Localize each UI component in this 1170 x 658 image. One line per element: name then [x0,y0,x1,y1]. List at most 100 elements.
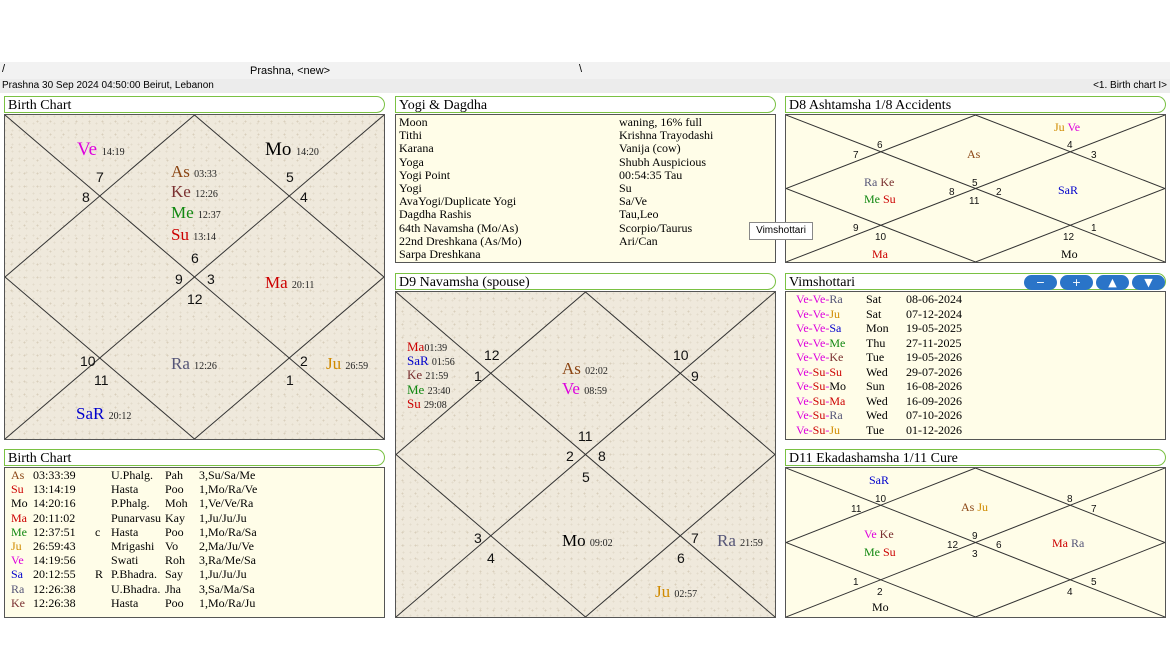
nakshatra-cell: U.Bhadra. [111,581,161,596]
yogi-panel[interactable]: Moon waning, 16% full Tithi Krishna Trayoda… [395,114,776,263]
pada-cell: Poo [165,595,184,610]
planet-degree: 21:59 [425,371,449,382]
yogi-value: Scorpio/Taurus [619,220,693,235]
planet-su: Su [883,192,896,206]
dasha-lord: Mo [829,379,847,393]
degree-cell: 26:59:43 [33,539,76,553]
planet-name: Mo [265,139,292,160]
retro-cell: R [95,567,104,582]
house-planets[interactable]: Ju Ve [1054,121,1080,133]
scroll-down-button[interactable]: ▼ [1132,275,1165,290]
planet-su[interactable]: Su 13:14 [171,226,216,243]
dasha-lords: Ve-Su-Ra [796,409,843,422]
house-number: 5 [1091,577,1097,588]
planet-name: As [171,162,190,181]
house-number: 11 [969,196,980,207]
yogi-key: Yogi [399,181,422,195]
planet-cell: Ju [11,539,22,553]
planet-me[interactable]: Me 12:37 [171,204,221,221]
planet-sar[interactable]: SaR 01:56 [407,354,455,368]
house-planets[interactable]: Mo [872,601,889,613]
planet-as[interactable]: As 02:02 [562,360,608,377]
dasha-lord: Ju [829,306,841,321]
birth-chart-title[interactable]: Birth Chart [4,96,385,113]
dasha-date: 07-10-2026 [906,408,962,422]
birth-table-title[interactable]: Birth Chart [4,449,385,466]
planet-ve[interactable]: Ve 14:19 [77,140,125,159]
birth-table-panel[interactable]: As 03:33:39 U.Phalg. Pah 3,Su/Sa/Me Su 13:14:1… [4,467,385,618]
dasha-lord: Su [812,364,826,379]
nakshatra-cell: U.Phalg. [111,468,153,482]
planet-mo[interactable]: Mo 14:20 [265,140,319,159]
planet-ju[interactable]: Ju 02:57 [655,583,697,600]
house-planets[interactable]: Ra Ke [864,176,894,188]
d8-title[interactable]: D8 Ashtamsha 1/8 Accidents [785,96,1166,113]
planet-ke: Ke [880,175,895,189]
nakshatra-cell: Hasta [111,595,139,610]
house-planets[interactable]: SaR [1058,184,1078,196]
planet-cell: Su [11,482,24,497]
planet-ke: Ke [879,527,894,541]
collapse-button[interactable]: − [1024,275,1057,290]
degree-cell: 20:12:55 [33,567,76,582]
birth-chart-panel[interactable]: Ve 14:19 Mo 14:20 As 03:33 Ke 12:26 Me 1… [4,114,385,440]
dasha-lord: Ra [829,292,843,306]
planet-ju[interactable]: Ju 26:59 [326,355,368,372]
dasha-day: Tue [866,422,885,437]
house-number: 12 [187,291,203,307]
lord-cell: 1,Ve/Ve/Ra [199,496,254,511]
planet-degree: 20:11 [291,280,315,291]
house-planets[interactable]: Ve Ke [864,528,894,540]
d9-title[interactable]: D9 Navamsha (spouse) [395,273,776,290]
dasha-lord: Me [829,335,846,350]
planet-name: Ma [407,339,425,354]
d9-chart-panel[interactable]: Ma01:39 SaR 01:56 Ke 21:59 Me 23:40 Su 2… [395,291,776,618]
d11-chart-panel[interactable]: 10 8 11 7 9 12 6 3 1 5 2 4 SaR As Ju Ve … [785,467,1166,618]
tab-title[interactable]: Prashna, <new> [250,65,330,77]
house-planets[interactable]: Mo [1061,248,1078,260]
tab-separator: / [2,63,6,75]
planet-ju: Ju [1054,120,1065,134]
house-planets[interactable]: Me Su [864,546,896,558]
expand-button[interactable]: + [1060,275,1093,290]
dasha-day: Sun [866,379,885,393]
yogi-title[interactable]: Yogi & Dagdha [395,96,776,113]
house-planets[interactable]: Ma [872,248,888,260]
d8-chart-panel[interactable]: 6 4 7 3 5 8 2 11 9 1 10 12 Ju Ve As Ra K… [785,114,1166,263]
planet-as[interactable]: As 03:33 [171,163,217,180]
pada-cell: Kay [165,510,185,525]
d11-title[interactable]: D11 Ekadashamsha 1/11 Cure [785,449,1166,466]
vimshottari-panel[interactable]: Ve-Ve-Ra Sat 08-06-2024 Ve-Ve-Ju Sat 07-12-20… [785,291,1166,440]
planet-name: Ke [407,367,423,382]
chart-selector[interactable]: <1. Birth chart I> [1093,80,1167,91]
planet-ve[interactable]: Ve 08:59 [562,380,607,397]
planet-ra[interactable]: Ra 12:26 [171,355,217,372]
house-planets[interactable]: Me Su [864,193,896,205]
planet-sar[interactable]: SaR 20:12 [76,405,131,422]
planet-ra[interactable]: Ra 21:59 [717,532,763,549]
planet-ke[interactable]: Ke 21:59 [407,368,448,382]
planet-mo[interactable]: Mo 09:02 [562,532,613,549]
planet-degree: 20:12 [108,411,132,422]
planet-ma[interactable]: Ma 20:11 [265,274,314,291]
scroll-up-button[interactable]: ▲ [1096,275,1129,290]
tab-separator: \ [579,63,583,75]
house-planets[interactable]: Ma Ra [1052,537,1084,549]
planet-ma[interactable]: Ma01:39 [407,340,447,354]
house-number: 3 [1091,150,1097,161]
house-number: 11 [94,372,109,388]
planet-ke[interactable]: Ke 12:26 [171,183,218,200]
house-planets[interactable]: SaR [869,474,889,486]
planet-me[interactable]: Me 23:40 [407,383,450,397]
planet-su[interactable]: Su 29:08 [407,397,447,411]
dasha-lord: Ve [796,393,809,408]
house-number: 7 [1091,504,1097,515]
degree-cell: 20:11:02 [33,510,76,525]
dasha-lords: Ve-Su-Ma [796,393,845,408]
house-planets[interactable]: As [967,148,980,160]
house-number: 10 [673,347,689,363]
house-planets[interactable]: As Ju [961,501,988,513]
house-number: 1 [474,368,482,384]
planet-name: Ra [171,354,190,373]
dasha-lord: Ve [796,321,809,335]
